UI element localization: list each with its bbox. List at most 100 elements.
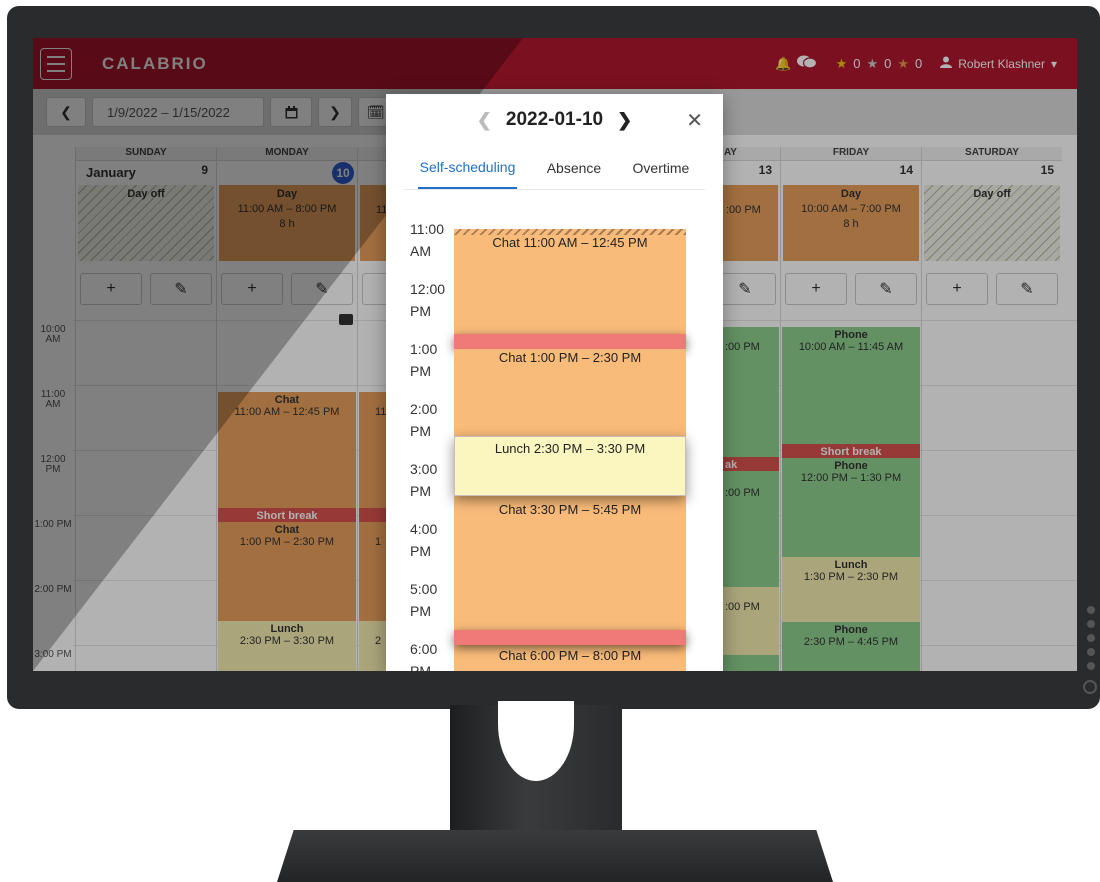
activity-short-break[interactable]	[454, 630, 686, 645]
activity-lunch[interactable]: Lunch 1:30 PM – 2:30 PM	[782, 557, 920, 622]
activity-chat[interactable]: Chat 1:00 PM – 2:30 PM	[454, 349, 686, 436]
activity-chat[interactable]: Chat 11:00 AM – 12:45 PM	[454, 235, 686, 334]
gold-star-icon: ★	[835, 55, 848, 71]
activity-phone[interactable]: Phone 2:30 PM – 4:45 PM	[782, 622, 920, 671]
activity-short-break[interactable]: Short break	[782, 444, 920, 458]
day-number: 9	[201, 163, 208, 177]
shift-time: 11:00 AM – 8:00 PM	[237, 203, 337, 215]
hour-label: 2:00 PM	[410, 401, 438, 439]
shift-title: Day off	[127, 188, 165, 200]
shift-card[interactable]: Day off	[78, 185, 214, 261]
user-name: Robert Klashner	[958, 56, 1045, 71]
calendar-picker-button[interactable]	[270, 97, 312, 127]
activity-time: 11:00 AM – 12:45 PM	[234, 406, 340, 418]
activity-chat[interactable]: Chat 11:00 AM – 12:45 PM	[218, 392, 356, 521]
user-menu[interactable]: Robert Klashner ▾	[940, 56, 1057, 71]
tab-overtime[interactable]: Overtime	[631, 148, 692, 188]
add-button[interactable]: +	[221, 273, 283, 305]
hour-label: 11:00 AM	[410, 221, 444, 259]
previous-day-icon[interactable]: ❮	[477, 110, 492, 131]
activity-chat[interactable]: Chat 3:30 PM – 5:45 PM	[454, 496, 686, 631]
shift-time-fragment: :00 PM	[726, 204, 761, 216]
shift-card[interactable]: Day 11:00 AM – 8:00 PM 8 h	[219, 185, 355, 261]
time-label: 2:00 PM	[34, 584, 72, 595]
next-day-icon[interactable]: ❯	[617, 110, 632, 131]
notifications-icon[interactable]: 🔔	[775, 54, 817, 73]
hour-label: 4:00 PM	[410, 521, 438, 559]
activity-time-fragment: 11	[375, 406, 387, 418]
activity-title: Lunch	[270, 623, 304, 635]
activity-title: Phone	[834, 329, 868, 341]
activity-short-break[interactable]	[454, 334, 686, 349]
day-number: 15	[1040, 163, 1054, 177]
user-icon	[940, 56, 953, 71]
close-icon[interactable]: ✕	[686, 108, 703, 133]
edit-pencil-icon[interactable]: ✎	[855, 273, 917, 305]
time-label: 11:00 AM	[40, 389, 66, 410]
activity-time-fragment: :00 PM	[725, 601, 760, 613]
stars-summary[interactable]: ★ 0 ★ 0 ★ 0	[836, 56, 923, 72]
day-column-monday: MONDAY 10 Day 11:00 AM – 8:00 PM 8 h + ✎ …	[216, 147, 357, 671]
hour-label: 5:00 PM	[410, 581, 438, 619]
activity-phone[interactable]: Phone 10:00 AM – 11:45 AM	[782, 327, 920, 457]
bronze-star-icon: ★	[897, 55, 910, 71]
shift-card[interactable]: Day 10:00 AM – 7:00 PM 8 h	[783, 185, 919, 261]
calendar-icon	[285, 105, 297, 118]
hamburger-menu-icon[interactable]	[40, 47, 72, 80]
chat-bubbles-icon	[796, 54, 818, 73]
previous-week-button[interactable]: ❮	[46, 97, 86, 127]
monitor-side-buttons	[1085, 600, 1097, 676]
day-detail-dialog: ❮ 2022-01-10 ❯ ✕ Self-scheduling Absence…	[386, 94, 723, 671]
activity-time-fragment: :00 PM	[725, 487, 760, 499]
activity-time: 1:30 PM – 2:30 PM	[803, 571, 899, 583]
day-number: 14	[899, 163, 913, 177]
day-header: FRIDAY	[781, 147, 921, 161]
activity-time: 2:30 PM – 3:30 PM	[239, 635, 335, 647]
shift-time: 10:00 AM – 7:00 PM	[801, 203, 901, 215]
tab-absence[interactable]: Absence	[545, 148, 603, 188]
activity-phone[interactable]: Phone 12:00 PM – 1:30 PM	[782, 458, 920, 557]
activity-column: Chat 11:00 AM – 12:45 PM Chat 1:00 PM – …	[454, 229, 686, 671]
day-column-saturday: SATURDAY 15 Day off + ✎	[921, 147, 1062, 671]
activity-short-break[interactable]: Short break	[218, 508, 356, 522]
activity-chat[interactable]: Chat 1:00 PM – 2:30 PM	[218, 522, 356, 621]
dialog-tabs: Self-scheduling Absence Overtime	[404, 146, 705, 190]
activity-lunch[interactable]: Lunch 2:30 PM – 3:30 PM	[218, 621, 356, 671]
activity-time: 1:00 PM – 2:30 PM	[239, 536, 335, 548]
day-column-sunday: SUNDAY January 9 Day off + ✎	[75, 147, 216, 671]
edit-pencil-icon[interactable]: ✎	[291, 273, 353, 305]
activity-chat[interactable]: Chat 6:00 PM – 8:00 PM	[454, 644, 686, 671]
hour-label: 6:00 PM	[410, 641, 438, 671]
activity-time-fragment: 1	[375, 536, 382, 548]
comment-icon[interactable]	[339, 314, 353, 325]
shift-title: Day	[840, 188, 862, 200]
shift-card[interactable]: Day off	[924, 185, 1060, 261]
next-week-button[interactable]: ❯	[318, 97, 352, 127]
hour-label: 12:00 PM	[410, 281, 446, 319]
top-bar: CALABRIO 🔔 ★ 0 ★ 0 ★ 0 Robert Klashner ▾	[33, 38, 1077, 89]
add-button[interactable]: +	[785, 273, 847, 305]
silver-star-count: 0	[884, 56, 892, 71]
day-column-friday: FRIDAY 14 Day 10:00 AM – 7:00 PM 8 h + ✎ …	[780, 147, 921, 671]
add-button[interactable]: +	[926, 273, 988, 305]
activity-title: Lunch	[834, 559, 868, 571]
add-button[interactable]: +	[80, 273, 142, 305]
activity-title: Chat	[274, 394, 300, 406]
time-label: 1:00 PM	[34, 519, 72, 530]
activity-title: Phone	[834, 460, 868, 472]
day-header: SATURDAY	[922, 147, 1062, 161]
tab-self-scheduling[interactable]: Self-scheduling	[417, 147, 518, 189]
activity-time-fragment: :00 PM	[725, 341, 760, 353]
date-range-field[interactable]: 1/9/2022 – 1/15/2022	[92, 97, 264, 127]
hour-label: 3:00 PM	[410, 461, 438, 499]
day-header: MONDAY	[217, 147, 357, 161]
activity-time-fragment: 2	[375, 635, 382, 647]
brand-logo: CALABRIO	[102, 53, 208, 73]
day-header: SUNDAY	[76, 147, 216, 161]
activity-title: Chat	[274, 524, 300, 536]
edit-pencil-icon[interactable]: ✎	[714, 273, 776, 305]
shift-title: Day	[276, 188, 298, 200]
edit-pencil-icon[interactable]: ✎	[150, 273, 212, 305]
activity-lunch[interactable]: Lunch 2:30 PM – 3:30 PM	[454, 436, 686, 496]
edit-pencil-icon[interactable]: ✎	[996, 273, 1058, 305]
